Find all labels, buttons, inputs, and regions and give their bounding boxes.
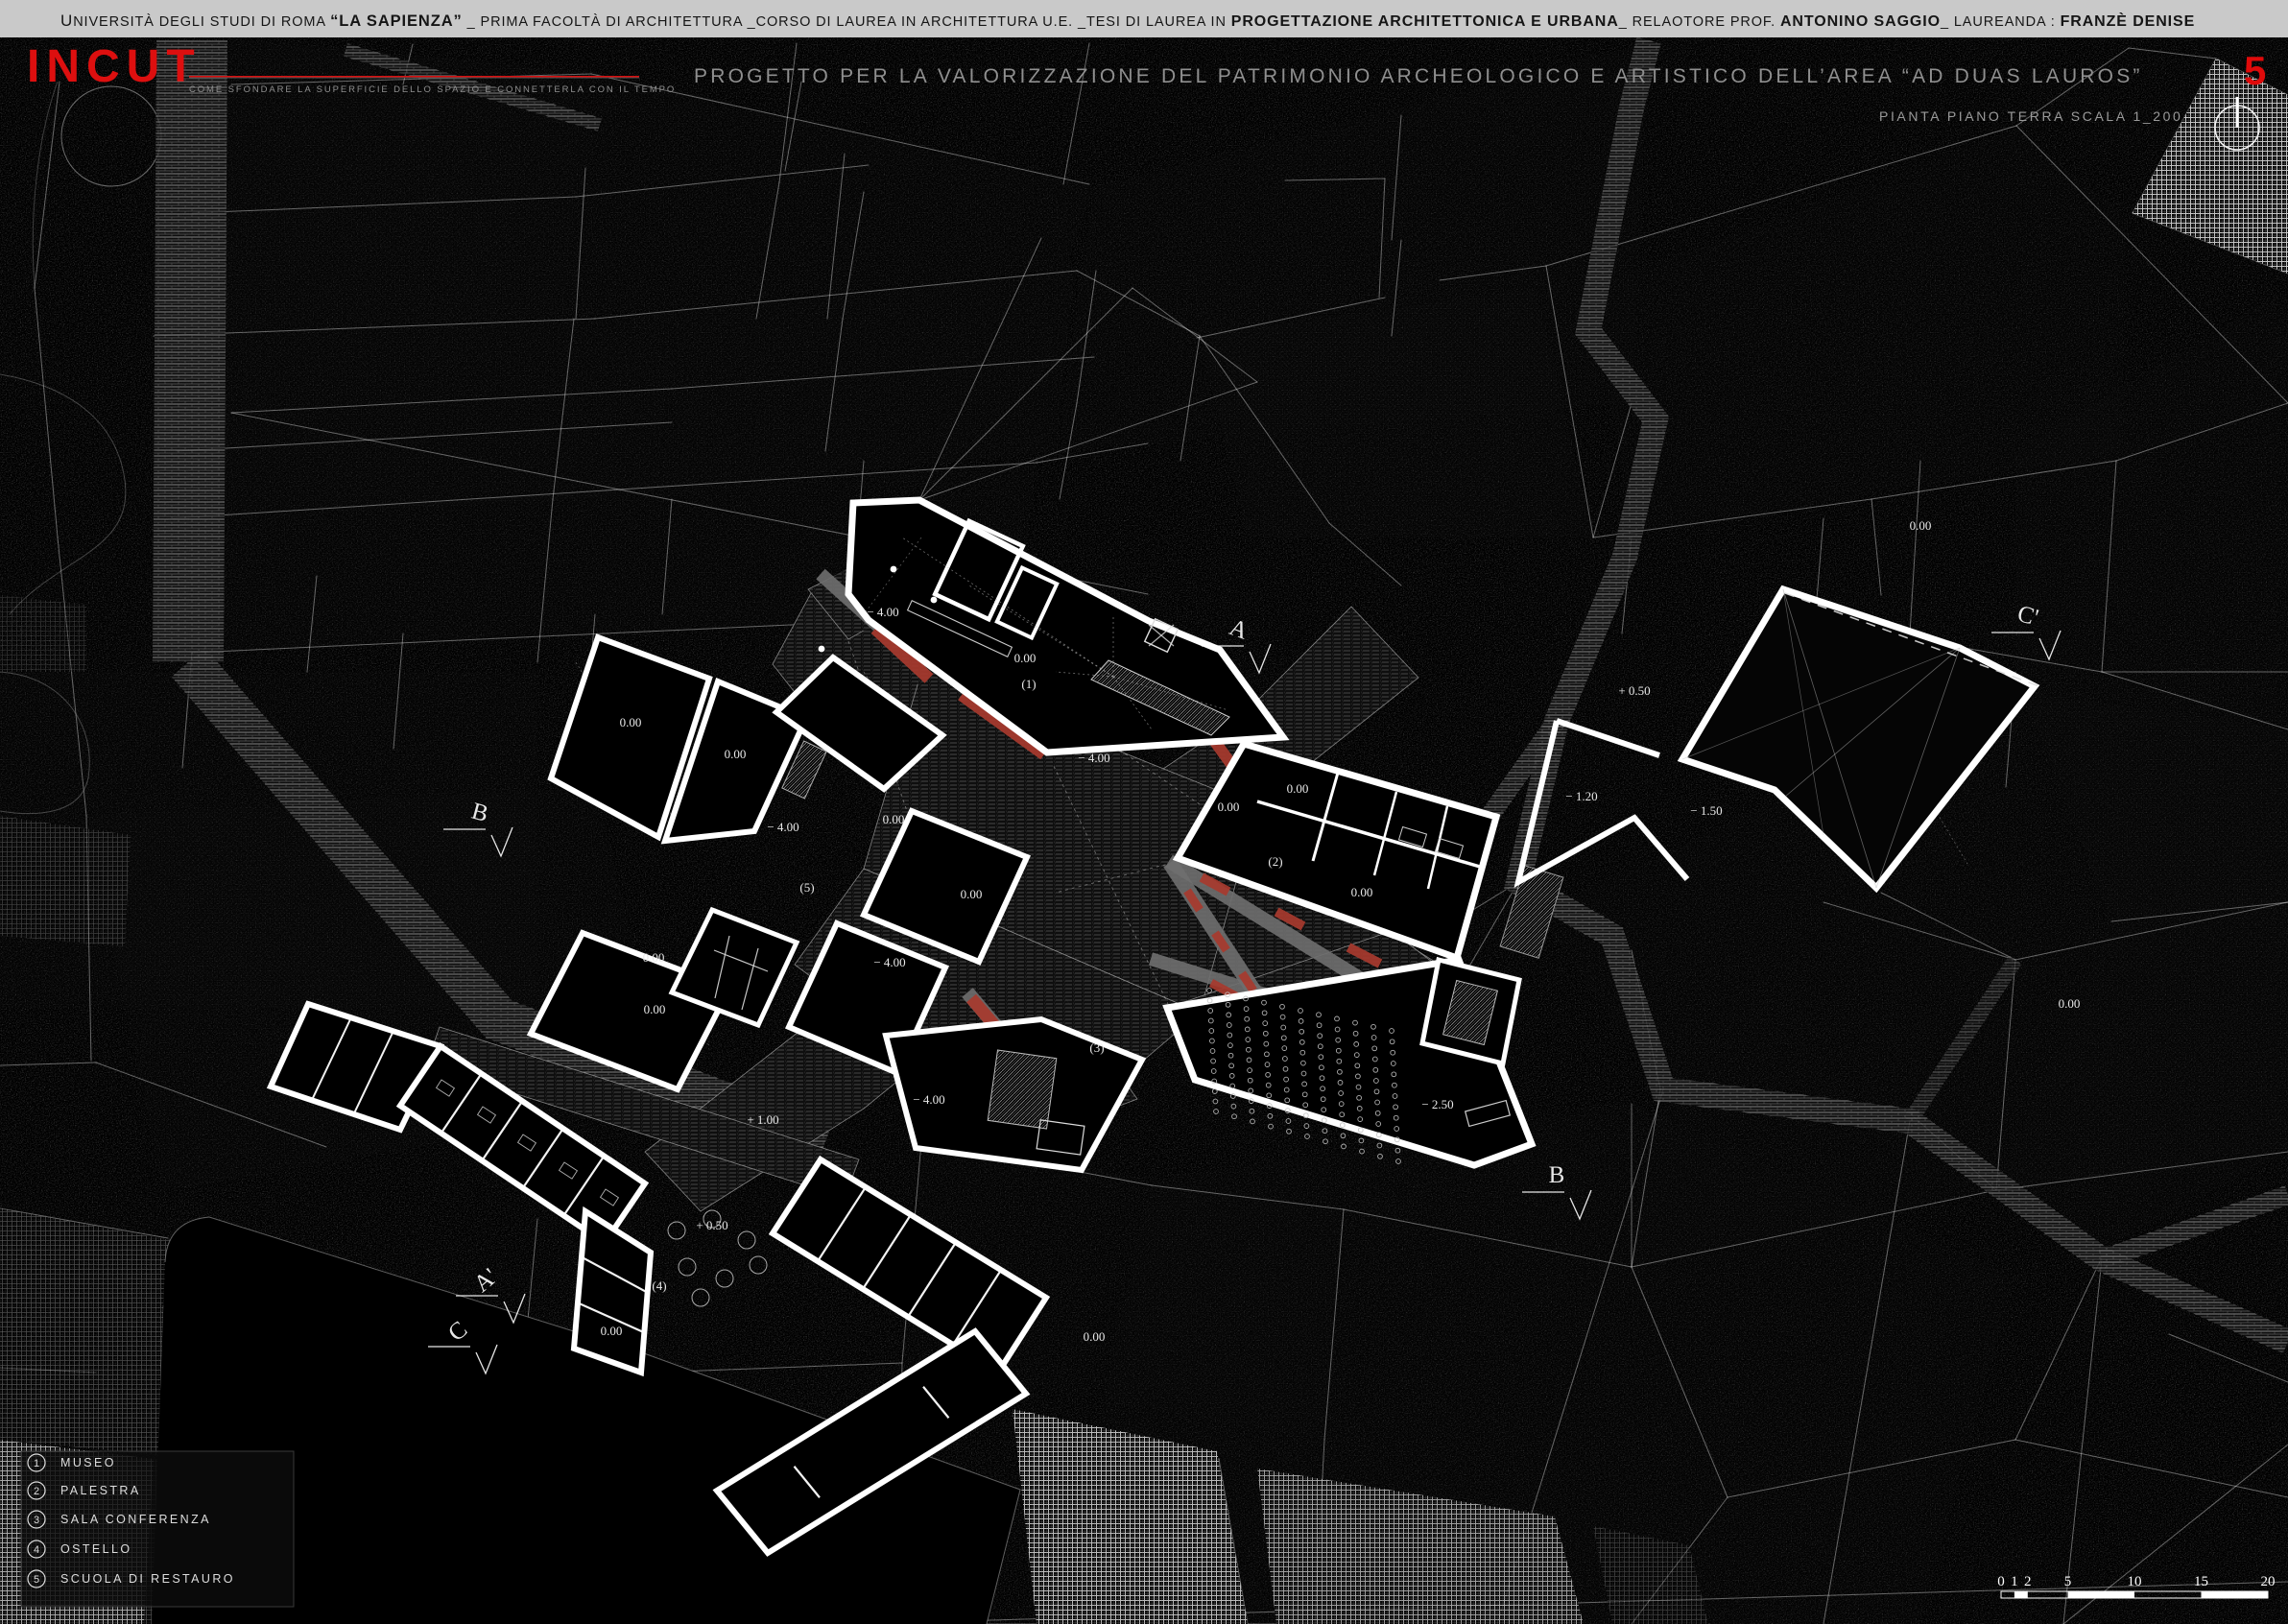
svg-text:+ 1.00: + 1.00 — [747, 1112, 778, 1127]
svg-text:(2): (2) — [1268, 854, 1282, 869]
svg-text:0.00: 0.00 — [1084, 1329, 1106, 1344]
svg-text:5: 5 — [34, 1574, 39, 1586]
svg-text:0.00: 0.00 — [961, 887, 983, 901]
svg-text:0.00: 0.00 — [1287, 781, 1309, 796]
svg-text:B: B — [1549, 1162, 1565, 1188]
svg-text:0.00: 0.00 — [601, 1324, 623, 1338]
svg-text:− 4.00: − 4.00 — [913, 1092, 944, 1107]
svg-text:0.00: 0.00 — [1910, 518, 1932, 533]
svg-text:0: 0 — [1997, 1574, 2005, 1589]
svg-text:MUSEO: MUSEO — [60, 1456, 116, 1469]
svg-text:OSTELLO: OSTELLO — [60, 1542, 131, 1556]
svg-text:1: 1 — [2011, 1574, 2018, 1589]
svg-text:5: 5 — [2064, 1574, 2072, 1589]
svg-text:SCUOLA DI RESTAURO: SCUOLA DI RESTAURO — [60, 1572, 235, 1586]
svg-text:− 4.00: − 4.00 — [867, 605, 898, 619]
svg-text:(1): (1) — [1021, 677, 1036, 691]
svg-text:INCUT: INCUT — [27, 41, 202, 92]
svg-text:(3): (3) — [1089, 1040, 1104, 1055]
svg-text:0.00: 0.00 — [1218, 800, 1240, 814]
svg-text:0.00: 0.00 — [2059, 996, 2081, 1011]
svg-text:10: 10 — [2128, 1574, 2142, 1589]
svg-text:2: 2 — [34, 1486, 39, 1497]
svg-text:+ 0.50: + 0.50 — [696, 1218, 727, 1232]
svg-text:PROGETTO PER LA VALORIZZAZIONE: PROGETTO PER LA VALORIZZAZIONE DEL PATRI… — [694, 65, 2143, 87]
svg-text:PALESTRA: PALESTRA — [60, 1484, 141, 1497]
svg-text:− 2.50: − 2.50 — [1421, 1097, 1453, 1111]
svg-text:3: 3 — [34, 1515, 39, 1526]
svg-text:0.00: 0.00 — [883, 812, 905, 826]
svg-text:15: 15 — [2194, 1574, 2208, 1589]
svg-text:2: 2 — [2024, 1574, 2032, 1589]
svg-text:1: 1 — [34, 1458, 39, 1469]
svg-text:0.00: 0.00 — [620, 715, 642, 729]
svg-text:− 1.20: − 1.20 — [1565, 789, 1597, 803]
svg-text:0.00: 0.00 — [644, 1002, 666, 1016]
svg-text:0.00: 0.00 — [1014, 651, 1037, 665]
svg-text:0.00: 0.00 — [1351, 885, 1373, 899]
svg-text:4: 4 — [34, 1544, 39, 1556]
svg-text:PIANTA PIANO TERRA SCALA 1_200: PIANTA PIANO TERRA SCALA 1_200 — [1879, 108, 2182, 124]
svg-text:− 1.50: − 1.50 — [1690, 803, 1722, 818]
svg-text:UNIVERSITÀ DEGLI STUDI DI ROMA: UNIVERSITÀ DEGLI STUDI DI ROMA “LA SAPIE… — [60, 12, 2195, 30]
svg-text:SALA CONFERENZA: SALA CONFERENZA — [60, 1513, 211, 1526]
svg-text:− 4.00: − 4.00 — [873, 955, 905, 969]
svg-text:COME SFONDARE LA SUPERFICIE DE: COME SFONDARE LA SUPERFICIE DELLO SPAZIO… — [189, 84, 676, 95]
svg-text:0.00: 0.00 — [725, 747, 747, 761]
svg-text:0.00: 0.00 — [643, 950, 665, 965]
svg-text:− 4.00: − 4.00 — [767, 820, 798, 834]
svg-text:− 4.00: − 4.00 — [1078, 751, 1109, 765]
svg-text:5: 5 — [2244, 48, 2266, 93]
svg-text:(5): (5) — [799, 880, 814, 895]
svg-text:(4): (4) — [652, 1278, 666, 1293]
svg-text:20: 20 — [2261, 1574, 2276, 1589]
svg-text:+ 0.50: + 0.50 — [1618, 683, 1650, 698]
